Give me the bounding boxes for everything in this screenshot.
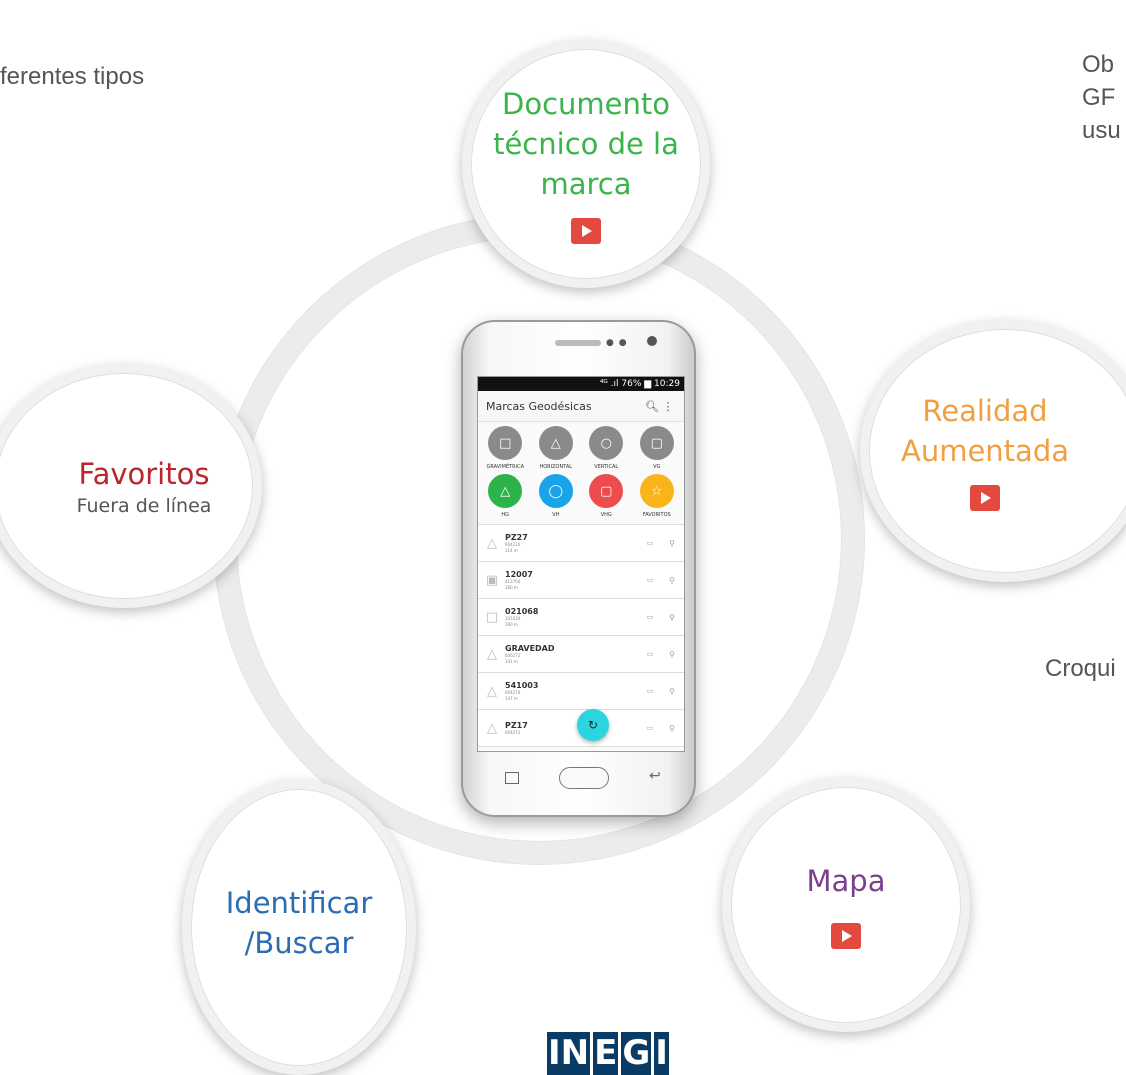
- mark-height: 180 m: [505, 584, 518, 590]
- mark-name: 12007: [505, 569, 533, 579]
- mark-height: 147 m: [505, 695, 518, 701]
- play-video-icon[interactable]: [970, 485, 1000, 511]
- map-pin-icon[interactable]: ⚲: [660, 650, 684, 659]
- mark-type-icon: ▣: [485, 572, 499, 588]
- logo-letters: I: [654, 1032, 669, 1075]
- bubble-favoritos-title: Favoritos: [78, 457, 210, 491]
- recent-apps-icon[interactable]: [505, 772, 519, 784]
- category-vertical[interactable]: ○ VERTICAL: [581, 426, 632, 472]
- refresh-fab[interactable]: ↻: [577, 709, 609, 741]
- app-title: Marcas Geodésicas: [486, 399, 592, 413]
- category-label: VH: [552, 512, 560, 518]
- category-label: VG: [653, 464, 661, 470]
- phone-screen: ⁴ᴳ .ıl 76% ▆ 10:29 Marcas Geodésicas 🔍︎ …: [477, 376, 685, 752]
- map-pin-icon[interactable]: ⚲: [660, 613, 684, 622]
- bubble-documento-tecnico[interactable]: Documento técnico de la marca: [462, 40, 710, 288]
- category-label: VHG: [600, 512, 612, 518]
- category-icon: ▢: [589, 474, 624, 508]
- more-menu-icon[interactable]: ⋮: [660, 400, 676, 413]
- map-pin-icon[interactable]: ⚲: [660, 539, 684, 548]
- category-label: HORIZONTAL: [539, 464, 573, 470]
- status-bar: ⁴ᴳ .ıl 76% ▆ 10:29: [478, 377, 684, 391]
- category-grid: □ GRAVIMÉTRICA △ HORIZONTAL ○ VERTICAL ▢ VG △ HG ◯…: [478, 422, 684, 520]
- mark-name: PZ27: [505, 532, 528, 542]
- inegi-logo: IN E G I: [547, 1032, 669, 1075]
- mark-name: 541003: [505, 680, 539, 690]
- list-item[interactable]: △ PZ27 604210 114 m ▭ ⚲: [478, 525, 684, 562]
- ar-icon[interactable]: ▭: [640, 687, 660, 695]
- category-favoritos[interactable]: ☆ FAVORITOS: [632, 474, 683, 520]
- ar-icon[interactable]: ▭: [640, 613, 660, 621]
- home-button[interactable]: [559, 767, 609, 789]
- phone-mockup: ● ● ⁴ᴳ .ıl 76% ▆ 10:29 Marcas Geodésicas…: [461, 320, 696, 817]
- mark-height: 190 m: [505, 621, 518, 627]
- bubble-realidad-title: Realidad Aumentada: [900, 394, 1069, 468]
- ar-icon[interactable]: ▭: [640, 576, 660, 584]
- logo-letters: E: [593, 1032, 619, 1075]
- bubble-identificar-title: Identificar /Buscar: [225, 885, 373, 960]
- phone-sensors: ● ●: [606, 338, 628, 348]
- phone-nav-bar: ↩: [461, 760, 696, 800]
- category-vhg[interactable]: ▢ VHG: [581, 474, 632, 520]
- mark-code: 604272: [505, 729, 521, 735]
- category-label: FAVORITOS: [642, 512, 671, 518]
- map-pin-icon[interactable]: ⚲: [660, 724, 684, 733]
- list-item[interactable]: □ 021068 101030 190 m ▭ ⚲: [478, 599, 684, 636]
- bubble-mapa[interactable]: Mapa: [722, 778, 970, 1032]
- mark-height: 141 m: [505, 658, 518, 664]
- category-label: HG: [501, 512, 510, 518]
- category-icon: ◯: [538, 474, 573, 508]
- category-hg[interactable]: △ HG: [480, 474, 531, 520]
- logo-letters: IN: [547, 1032, 591, 1075]
- category-label: GRAVIMÉTRICA: [486, 464, 525, 470]
- category-icon: ○: [589, 426, 624, 460]
- mark-name: GRAVEDAD: [505, 643, 555, 653]
- mark-name: 021068: [505, 606, 539, 616]
- app-bar: Marcas Geodésicas 🔍︎ ⋮: [478, 391, 684, 422]
- category-icon: △: [538, 426, 573, 460]
- bubble-favoritos-subtitle: Fuera de línea: [76, 495, 212, 517]
- category-icon: □: [488, 426, 523, 460]
- logo-letters: G: [621, 1032, 652, 1075]
- mark-type-icon: △: [487, 535, 497, 551]
- ar-icon[interactable]: ▭: [640, 724, 660, 732]
- phone-camera: [647, 336, 657, 346]
- category-gravimétrica[interactable]: □ GRAVIMÉTRICA: [480, 426, 531, 472]
- caption-mid-right: Croqui: [1045, 655, 1116, 682]
- category-icon: ▢: [639, 426, 674, 460]
- play-video-icon[interactable]: [831, 923, 861, 949]
- category-horizontal[interactable]: △ HORIZONTAL: [531, 426, 582, 472]
- mark-type-icon: □: [485, 609, 499, 625]
- caption-top-right: Ob GF usu: [1082, 51, 1121, 144]
- category-icon: ☆: [639, 474, 674, 508]
- list-item[interactable]: ▣ 12007 412700 180 m ▭ ⚲: [478, 562, 684, 599]
- phone-speaker: [555, 340, 601, 346]
- mark-name: PZ17: [505, 720, 528, 730]
- category-label: VERTICAL: [594, 464, 619, 470]
- search-icon[interactable]: 🔍︎: [644, 400, 660, 413]
- bubble-documento-title: Documento técnico de la marca: [493, 87, 679, 201]
- category-vg[interactable]: ▢ VG: [632, 426, 683, 472]
- bubble-realidad-aumentada[interactable]: Realidad Aumentada: [860, 320, 1126, 582]
- category-vh[interactable]: ◯ VH: [531, 474, 582, 520]
- list-item[interactable]: △ 541003 604270 147 m ▭ ⚲: [478, 673, 684, 710]
- mark-type-icon: △: [487, 683, 497, 699]
- back-icon[interactable]: ↩: [649, 768, 661, 784]
- play-video-icon[interactable]: [571, 218, 601, 244]
- category-icon: △: [488, 474, 523, 508]
- list-item[interactable]: △ GRAVEDAD 606272 141 m ▭ ⚲: [478, 636, 684, 673]
- ar-icon[interactable]: ▭: [640, 650, 660, 658]
- ar-icon[interactable]: ▭: [640, 539, 660, 547]
- mark-height: 114 m: [505, 547, 518, 553]
- caption-top-left: ferentes tipos: [0, 63, 145, 90]
- mark-type-icon: △: [487, 646, 497, 662]
- bubble-mapa-title: Mapa: [806, 864, 886, 898]
- mark-type-icon: △: [487, 720, 497, 736]
- map-pin-icon[interactable]: ⚲: [660, 576, 684, 585]
- map-pin-icon[interactable]: ⚲: [660, 687, 684, 696]
- bubble-identificar-buscar[interactable]: Identificar /Buscar: [182, 780, 416, 1075]
